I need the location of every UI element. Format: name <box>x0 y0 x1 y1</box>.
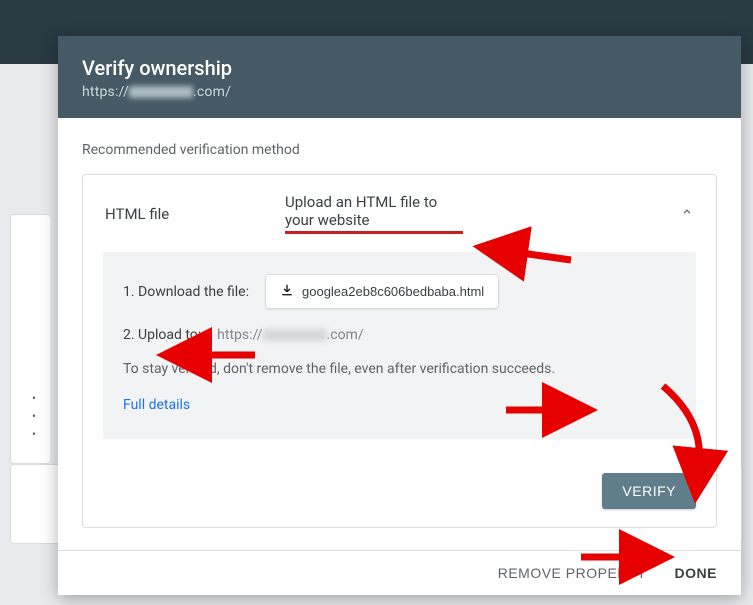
download-icon <box>280 283 294 300</box>
property-url: https://.com/ <box>82 84 717 100</box>
html-file-method-card: HTML file Upload an HTML file to your we… <box>82 174 717 528</box>
upload-step: 2. Upload to: https://.com/ <box>123 327 676 343</box>
method-title: HTML file <box>105 205 265 223</box>
download-step: 1. Download the file: googlea2eb8c606bed… <box>123 274 676 309</box>
bg-bullets: ••• <box>32 389 36 443</box>
dialog-body[interactable]: Recommended verification method HTML fil… <box>58 118 741 550</box>
dialog-title: Verify ownership <box>82 56 717 80</box>
remove-property-button[interactable]: REMOVE PROPERTY <box>498 565 647 581</box>
verification-note: To stay verified, don't remove the file,… <box>123 361 676 377</box>
redacted-domain <box>263 329 327 341</box>
verify-row: VERIFY <box>83 459 716 527</box>
verify-ownership-dialog: Verify ownership https://.com/ Recommend… <box>58 36 741 595</box>
upload-step-label: 2. Upload to: <box>123 327 201 343</box>
verify-button[interactable]: VERIFY <box>602 473 696 509</box>
recommended-method-label: Recommended verification method <box>82 142 717 158</box>
download-filename: googlea2eb8c606bedbaba.html <box>302 284 484 299</box>
download-step-label: 1. Download the file: <box>123 284 249 300</box>
method-header[interactable]: HTML file Upload an HTML file to your we… <box>83 175 716 252</box>
method-description: Upload an HTML file to your website <box>285 193 463 234</box>
bg-card <box>10 214 50 464</box>
done-button[interactable]: DONE <box>675 565 717 581</box>
dialog-footer: REMOVE PROPERTY DONE <box>58 550 741 595</box>
redacted-domain <box>129 86 193 98</box>
dialog-header: Verify ownership https://.com/ <box>58 36 741 118</box>
full-details-link[interactable]: Full details <box>123 397 190 413</box>
download-file-button[interactable]: googlea2eb8c606bedbaba.html <box>265 274 499 309</box>
verification-steps: 1. Download the file: googlea2eb8c606bed… <box>103 252 696 439</box>
chevron-up-icon[interactable] <box>680 204 694 223</box>
upload-url: https://.com/ <box>217 327 363 343</box>
